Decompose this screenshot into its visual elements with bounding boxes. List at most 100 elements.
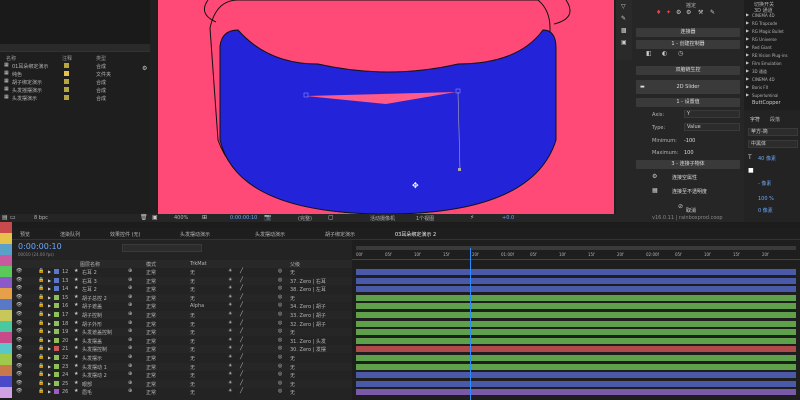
fx-switch-icon[interactable]: ╱ xyxy=(240,337,243,343)
twirl-arrow-icon[interactable]: ▶ xyxy=(48,373,51,377)
exposure-value[interactable]: +0.0 xyxy=(502,215,514,221)
layer-trkmat[interactable]: Alpha xyxy=(190,303,204,309)
motion-blur-icon[interactable]: ☀ xyxy=(228,346,232,351)
lock-icon[interactable]: 🔒 xyxy=(38,277,44,283)
layer-label-chip[interactable] xyxy=(54,303,59,309)
camera-icon[interactable]: ✎ xyxy=(710,10,715,16)
label-color-swatch[interactable] xyxy=(0,321,12,332)
col-mode[interactable]: 模式 xyxy=(146,261,156,268)
bone-icon[interactable]: ✦ xyxy=(666,10,671,16)
motion-blur-icon[interactable]: ☀ xyxy=(228,372,232,377)
slider-type-icon[interactable]: ◧ xyxy=(646,51,652,57)
effect-category[interactable]: ▶ RG Magic Bullet xyxy=(744,28,800,36)
col-layer-name[interactable]: 图层名称 xyxy=(80,261,100,268)
image-icon[interactable]: ▩ xyxy=(621,28,627,34)
layer-duration-bar[interactable] xyxy=(356,389,796,396)
twirl-arrow-icon[interactable]: ▶ xyxy=(48,347,51,351)
rotate-type-icon[interactable]: ◷ xyxy=(678,51,683,57)
fx-switch-icon[interactable]: ╱ xyxy=(240,277,243,283)
paragraph-tab[interactable]: 段落 xyxy=(770,116,780,123)
label-color-swatch[interactable] xyxy=(0,288,12,299)
lock-icon[interactable]: 🔒 xyxy=(38,337,44,343)
label-color-swatch[interactable] xyxy=(0,255,12,266)
effect-category[interactable]: ▶ CINEMA 4D xyxy=(744,76,800,84)
minimum-field[interactable]: -100 xyxy=(684,138,695,144)
fx-switch-icon[interactable]: ╱ xyxy=(240,269,243,274)
effect-category[interactable]: ▶ Boris FX xyxy=(744,84,800,92)
lock-icon[interactable]: 🔒 xyxy=(38,303,44,308)
lock-icon[interactable]: 🔒 xyxy=(38,312,44,317)
layer-duration-bar[interactable] xyxy=(356,372,796,379)
tab-comp-active[interactable]: 03耳朵绑定演示 2 xyxy=(395,231,436,238)
layer-mode[interactable]: 正常 xyxy=(146,329,156,336)
motion-blur-icon[interactable]: ☀ xyxy=(228,329,232,334)
camera-tool-icon[interactable]: ▣ xyxy=(621,40,627,46)
effect-category[interactable]: ▶ RG Universe xyxy=(744,36,800,44)
font-size-value[interactable]: 40 像素 xyxy=(758,155,776,162)
layer-duration-bar[interactable] xyxy=(356,312,796,318)
link-icon[interactable]: ✎ xyxy=(621,16,626,22)
baseline-value[interactable]: 0 像素 xyxy=(758,207,773,214)
extra-panel-label[interactable]: ButtCopper xyxy=(752,100,781,106)
layer-label-chip[interactable] xyxy=(54,329,59,335)
col-trkmat[interactable]: TrkMat xyxy=(190,261,207,267)
layer-row[interactable]: 👁 🔒 ▶ 15 ★ 胡子总控 2 ⊕ 正常无 ☀ ╱ ◎ 无 xyxy=(12,293,352,302)
visibility-eye-icon[interactable]: 👁 xyxy=(16,312,22,317)
motion-blur-icon[interactable]: ☀ xyxy=(228,355,232,360)
switch-icon[interactable]: ⊕ xyxy=(128,372,132,377)
visibility-eye-icon[interactable]: 👁 xyxy=(16,355,22,360)
layer-search-input[interactable] xyxy=(122,244,202,252)
motion-blur-icon[interactable]: ☀ xyxy=(228,277,232,283)
motion-blur-icon[interactable]: ☀ xyxy=(228,389,232,394)
switch-icon[interactable]: ⊕ xyxy=(128,312,132,317)
layer-duration-bar[interactable] xyxy=(356,303,796,310)
fx-switch-icon[interactable]: ╱ xyxy=(240,286,243,291)
layer-duration-bar[interactable] xyxy=(356,380,796,387)
visibility-eye-icon[interactable]: 👁 xyxy=(16,389,22,394)
switch-icon[interactable]: ⊕ xyxy=(128,269,132,274)
visibility-eye-icon[interactable]: 👁 xyxy=(16,337,22,343)
scale-value[interactable]: 100 % xyxy=(758,196,774,202)
switch-icon[interactable]: ⊕ xyxy=(128,286,132,291)
fx-switch-icon[interactable]: ╱ xyxy=(240,363,243,369)
layer-trkmat[interactable]: 无 xyxy=(190,321,195,328)
layer-parent[interactable]: 34. Zero | 胡子 xyxy=(290,303,346,310)
layer-mode[interactable]: 正常 xyxy=(146,278,156,285)
fx-switch-icon[interactable]: ╱ xyxy=(240,355,243,360)
pickwhip-icon[interactable]: ◎ xyxy=(278,355,282,360)
layer-row[interactable]: 👁 🔒 ▶ 16 ★ 胡子遮盖 ⊕ 正常 Alpha ☀ ╱ ◎ 34. Zero | 胡子 xyxy=(12,302,352,311)
motion-blur-icon[interactable]: ☀ xyxy=(228,286,232,291)
layer-parent[interactable]: 无 xyxy=(290,372,346,379)
layer-label-chip[interactable] xyxy=(54,372,59,378)
layer-label-chip[interactable] xyxy=(54,312,59,317)
layer-trkmat[interactable]: 无 xyxy=(190,364,195,371)
switch-icon[interactable]: ⊕ xyxy=(128,337,132,343)
layer-mode[interactable]: 正常 xyxy=(146,355,156,362)
visibility-eye-icon[interactable]: 👁 xyxy=(16,269,22,274)
label-chip[interactable] xyxy=(64,95,69,100)
layer-row[interactable]: 👁 🔒 ▶ 19 ★ 头发遮盖控制 ⊕ 正常无 ☀ ╱ ◎ 无 xyxy=(12,328,352,337)
layer-row[interactable]: 👁 🔒 ▶ 24 ★ 头发摆动 2 ⊕ 正常无 ☀ ╱ ◎ 无 xyxy=(12,371,352,380)
twirl-arrow-icon[interactable]: ▶ xyxy=(48,270,51,274)
effect-category[interactable]: ▶ Red Giant xyxy=(744,44,800,52)
layer-mode[interactable]: 正常 xyxy=(146,372,156,379)
layer-mode[interactable]: 正常 xyxy=(146,381,156,388)
layer-label-chip[interactable] xyxy=(54,355,59,360)
pickwhip-icon[interactable]: ◎ xyxy=(278,294,282,300)
lock-icon[interactable]: 🔒 xyxy=(38,363,44,369)
effect-category[interactable]: ▶ RE:Vision Plug-ins xyxy=(744,52,800,60)
layer-trkmat[interactable]: 无 xyxy=(190,338,195,345)
lock-icon[interactable]: 🔒 xyxy=(38,294,44,300)
pickwhip-icon[interactable]: ◎ xyxy=(278,320,282,326)
label-color-swatch[interactable] xyxy=(0,376,12,387)
fx-switch-icon[interactable]: ╱ xyxy=(240,372,243,377)
layer-row[interactable]: 👁 🔒 ▶ 20 ★ 头发摆盖 ⊕ 正常无 ☀ ╱ ◎ 31. Zero | 头发 xyxy=(12,336,352,345)
layer-row[interactable]: 👁 🔒 ▶ 21 ★ 头发摆控制 ⊕ 正常无 ☀ ╱ ◎ 30. Zero | 发摆 xyxy=(12,345,352,354)
bpc-label[interactable]: 8 bpc xyxy=(34,215,48,221)
connector-button[interactable]: 连接器 xyxy=(636,28,740,37)
fx-switch-icon[interactable]: ╱ xyxy=(240,380,243,386)
twirl-arrow-icon[interactable]: ▶ xyxy=(48,390,51,394)
layer-trkmat[interactable]: 无 xyxy=(190,381,195,388)
connect-prop-button[interactable]: 连接空属性 xyxy=(672,174,697,181)
effect-category[interactable]: ▶ 3D 通道 xyxy=(744,68,800,76)
